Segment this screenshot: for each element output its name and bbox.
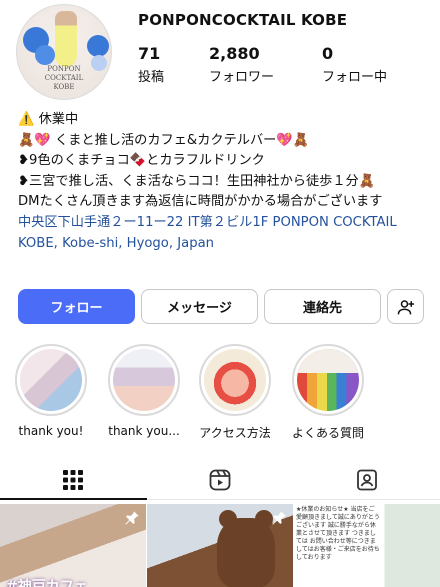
profile-avatar[interactable]: PONPON COCKTAIL KOBE xyxy=(16,4,112,100)
highlight-label: アクセス方法 xyxy=(199,426,271,440)
active-tab-indicator xyxy=(0,498,147,500)
tab-tagged[interactable] xyxy=(294,462,440,498)
highlight-cover xyxy=(297,349,359,411)
pin-icon xyxy=(125,511,139,525)
highlight-item[interactable]: よくある質問 xyxy=(289,344,367,441)
highlight-label: thank you... xyxy=(108,424,180,438)
highlight-cover xyxy=(20,349,82,411)
reels-icon xyxy=(209,469,231,491)
profile-username: PONPONCOCKTAIL KOBE xyxy=(138,11,348,29)
avatar-figure xyxy=(55,11,77,67)
highlight-ring xyxy=(15,344,87,416)
bio-line: DMたくさん頂きます為返信に時間がかかる場合がございます xyxy=(18,194,383,210)
highlight-cover xyxy=(204,349,266,411)
profile-bio: ⚠️ 休業中 🧸💖 くまと推し活のカフェ&カクテルバー💖🧸 ❥9色のくまチョコ🍫… xyxy=(18,110,428,254)
posts-count-label: 投稿 xyxy=(138,70,165,85)
post-thumbnail[interactable]: ★休業のお知らせ★ 当店をご愛顧頂きまして誠にありがとうございます 誠に勝手なが… xyxy=(294,504,440,587)
pin-icon xyxy=(272,511,286,525)
avatar-logo-line: COCKTAIL xyxy=(44,74,84,82)
contact-button[interactable]: 連絡先 xyxy=(264,289,381,324)
highlight-ring xyxy=(199,344,271,416)
highlight-item[interactable]: アクセス方法 xyxy=(196,344,274,441)
bear-chocolate-image xyxy=(217,510,275,587)
bio-line: ⚠️ 休業中 xyxy=(18,112,79,127)
followers-count[interactable]: 2,880 フォロワー xyxy=(209,44,274,85)
add-user-icon xyxy=(397,299,414,314)
following-count-label: フォロー中 xyxy=(322,70,388,85)
avatar-logo-text: PONPON COCKTAIL KOBE xyxy=(17,65,111,92)
suggested-users-button[interactable] xyxy=(387,289,424,324)
balloon-decoration xyxy=(87,35,109,57)
post-caption-overlay: #神戸カフェ xyxy=(6,579,88,587)
highlight-label: thank you! xyxy=(18,424,84,438)
follow-button[interactable]: フォロー xyxy=(18,289,135,324)
highlight-item[interactable]: thank you... xyxy=(105,344,183,438)
following-count-value: 0 xyxy=(322,44,334,63)
grid-icon xyxy=(63,470,83,490)
post-thumbnail[interactable] xyxy=(147,504,293,587)
following-count[interactable]: 0 フォロー中 xyxy=(322,44,387,85)
highlight-cover xyxy=(113,349,175,411)
message-button[interactable]: メッセージ xyxy=(141,289,258,324)
balloon-decoration xyxy=(35,45,55,65)
highlight-item[interactable]: thank you! xyxy=(12,344,90,438)
tagged-icon xyxy=(357,469,377,491)
highlight-ring xyxy=(292,344,364,416)
bio-location-link[interactable]: 中央区下山手通２ー11ー22 IT第２ビル1F PONPON COCKTAIL … xyxy=(18,213,428,254)
tab-posts-grid[interactable] xyxy=(0,462,146,498)
tab-reels[interactable] xyxy=(147,462,293,498)
post-thumbnail[interactable]: #神戸カフェ xyxy=(0,504,146,587)
followers-count-value: 2,880 xyxy=(209,44,260,63)
bio-line: 🧸💖 くまと推し活のカフェ&カクテルバー💖🧸 xyxy=(18,132,310,148)
posts-count[interactable]: 71 投稿 xyxy=(138,44,164,85)
followers-count-label: フォロワー xyxy=(209,70,275,85)
avatar-logo-line: KOBE xyxy=(53,83,75,91)
bio-line: ❥9色のくまチョコ🍫とカラフルドリンク xyxy=(18,153,265,169)
post-notice-text: ★休業のお知らせ★ 当店をご愛顧頂きまして誠にありがとうございます 誠に勝手なが… xyxy=(296,506,380,561)
avatar-logo-line: PONPON xyxy=(47,65,81,73)
highlight-ring xyxy=(108,344,180,416)
highlight-label: よくある質問 xyxy=(291,426,364,440)
posts-count-value: 71 xyxy=(138,44,161,63)
bio-line: ❥三宮で推し活、くま活ならココ！生田神社から徒歩１分🧸 xyxy=(18,173,376,189)
